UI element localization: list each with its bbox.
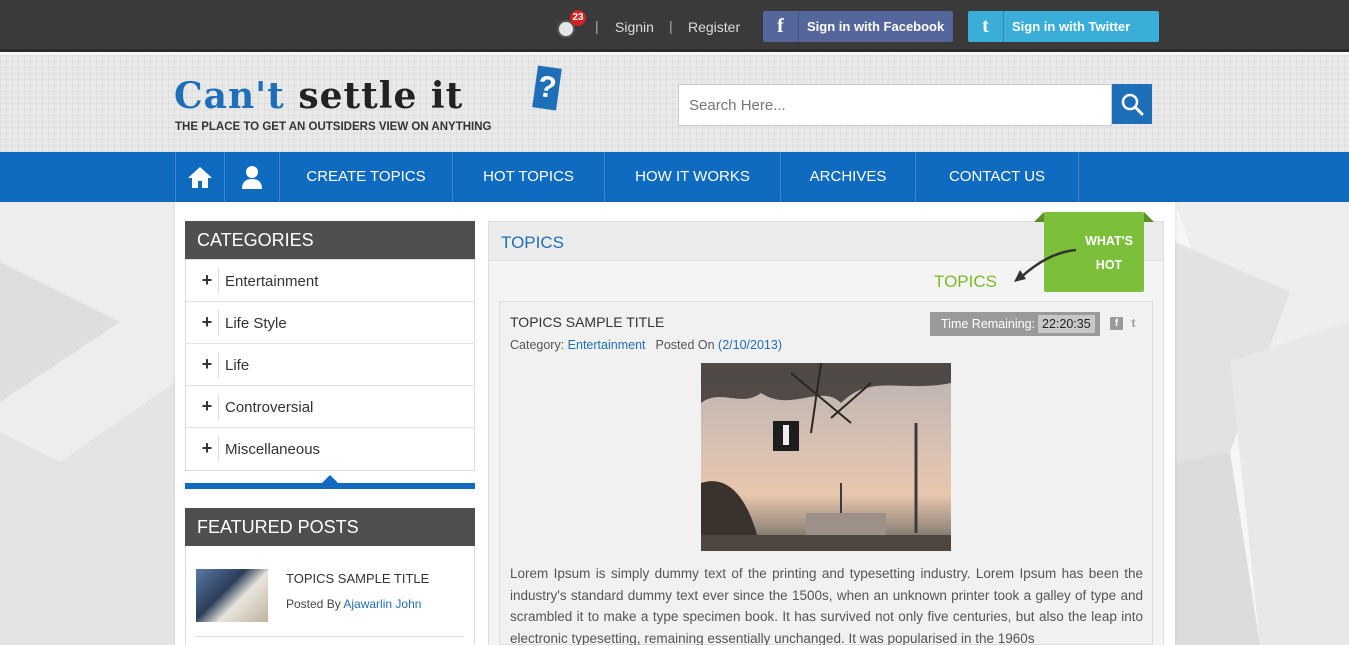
logo-question-mark: ? bbox=[532, 65, 562, 111]
rule-pointer bbox=[322, 475, 338, 483]
category-label: Life Style bbox=[225, 315, 287, 332]
nav-contact-us[interactable]: CONTACT US bbox=[916, 152, 1079, 202]
site-tagline: THE PLACE TO GET AN OUTSIDERS VIEW ON AN… bbox=[175, 121, 492, 133]
nav-create-topics[interactable]: CREATE TOPICS bbox=[280, 152, 453, 202]
topic-image[interactable] bbox=[701, 363, 951, 551]
category-meta-label: Category: bbox=[510, 338, 568, 352]
category-label: Miscellaneous bbox=[225, 441, 321, 458]
register-link[interactable]: Register bbox=[688, 19, 740, 35]
arrow-icon bbox=[1014, 248, 1077, 282]
featured-post-byline: Posted By Ajawarlin John bbox=[286, 597, 421, 611]
plus-icon: + bbox=[201, 396, 213, 416]
blue-divider bbox=[185, 483, 475, 489]
author-link[interactable]: Ajawarlin John bbox=[343, 597, 421, 611]
nav-how-it-works[interactable]: HOW IT WORKS bbox=[605, 152, 781, 202]
facebook-share-icon[interactable]: f bbox=[1110, 317, 1123, 330]
divider bbox=[218, 394, 219, 420]
plus-icon: + bbox=[201, 270, 213, 290]
facebook-signin-button[interactable]: f Sign in with Facebook bbox=[763, 11, 953, 42]
featured-post-thumbnail[interactable] bbox=[196, 569, 268, 622]
twitter-signin-label: Sign in with Twitter bbox=[1012, 19, 1131, 34]
facebook-signin-label: Sign in with Facebook bbox=[807, 19, 945, 34]
user-icon bbox=[242, 166, 262, 189]
nav-hot-topics[interactable]: HOT TOPICS bbox=[453, 152, 605, 202]
nav-archives[interactable]: ARCHIVES bbox=[781, 152, 916, 202]
search-icon bbox=[1121, 93, 1144, 116]
main-nav: CREATE TOPICS HOT TOPICS HOW IT WORKS AR… bbox=[0, 152, 1349, 202]
plus-icon: + bbox=[201, 354, 213, 374]
search-button[interactable] bbox=[1112, 84, 1152, 124]
time-remaining: Time Remaining: 22:20:35 bbox=[930, 312, 1100, 336]
topic-title[interactable]: TOPICS SAMPLE TITLE bbox=[510, 314, 664, 330]
categories-list: + Entertainment + Life Style + Life + Co… bbox=[185, 259, 475, 471]
divider bbox=[218, 310, 219, 336]
site-header: Can't settle it ? THE PLACE TO GET AN OU… bbox=[0, 55, 1349, 152]
category-label: Entertainment bbox=[225, 273, 319, 290]
logo-text-1: Can't bbox=[174, 75, 285, 117]
category-item[interactable]: + Entertainment bbox=[186, 260, 474, 302]
divider bbox=[218, 268, 219, 294]
plus-icon: + bbox=[201, 312, 213, 332]
nav-home[interactable] bbox=[175, 152, 225, 202]
facebook-icon: f bbox=[763, 11, 799, 42]
top-bar: 23 | Signin | Register f Sign in with Fa… bbox=[0, 0, 1349, 52]
category-item[interactable]: + Life Style bbox=[186, 302, 474, 344]
time-remaining-value: 22:20:35 bbox=[1038, 315, 1095, 333]
nav-user[interactable] bbox=[225, 152, 280, 202]
time-remaining-label: Time Remaining: bbox=[941, 317, 1036, 331]
home-icon bbox=[188, 167, 212, 188]
notification-badge: 23 bbox=[570, 10, 586, 26]
category-item[interactable]: + Life bbox=[186, 344, 474, 386]
notifications-button[interactable]: 23 bbox=[557, 10, 586, 38]
topic-image-art bbox=[701, 363, 951, 551]
featured-post-title[interactable]: TOPICS SAMPLE TITLE bbox=[286, 571, 429, 586]
posted-on-label: Posted On bbox=[655, 338, 719, 352]
category-item[interactable]: + Controversial bbox=[186, 386, 474, 428]
search-input[interactable] bbox=[678, 84, 1112, 126]
divider bbox=[218, 352, 219, 378]
ribbon-fold bbox=[1144, 212, 1154, 222]
topics-section-title: TOPICS bbox=[934, 272, 997, 291]
site-logo[interactable]: Can't settle it bbox=[174, 75, 463, 117]
divider bbox=[196, 636, 464, 637]
plus-icon: + bbox=[201, 438, 213, 458]
category-item[interactable]: + Miscellaneous bbox=[186, 428, 474, 470]
featured-posts-title: FEATURED POSTS bbox=[185, 508, 475, 546]
twitter-icon: t bbox=[968, 11, 1004, 42]
topics-header-title: TOPICS bbox=[501, 233, 564, 252]
divider bbox=[218, 436, 219, 462]
whats-hot-label: WHAT'S bbox=[1085, 234, 1133, 248]
topic-meta: Category: Entertainment Posted On (2/10/2… bbox=[510, 338, 782, 352]
twitter-share-icon[interactable]: t bbox=[1127, 317, 1140, 330]
ribbon-fold bbox=[1034, 212, 1044, 222]
topic-body-text: Lorem Ipsum is simply dummy text of the … bbox=[510, 566, 1143, 645]
categories-title: CATEGORIES bbox=[185, 221, 475, 259]
logo-text-2: settle it bbox=[284, 75, 464, 117]
separator: | bbox=[595, 18, 599, 34]
signin-link[interactable]: Signin bbox=[615, 19, 654, 35]
separator: | bbox=[669, 18, 673, 34]
category-label: Life bbox=[225, 357, 250, 374]
category-label: Controversial bbox=[225, 399, 314, 416]
topic-date-link[interactable]: (2/10/2013) bbox=[718, 338, 782, 352]
twitter-signin-button[interactable]: t Sign in with Twitter bbox=[968, 11, 1159, 42]
posted-by-label: Posted By bbox=[286, 597, 344, 611]
topic-category-link[interactable]: Entertainment bbox=[568, 338, 646, 352]
